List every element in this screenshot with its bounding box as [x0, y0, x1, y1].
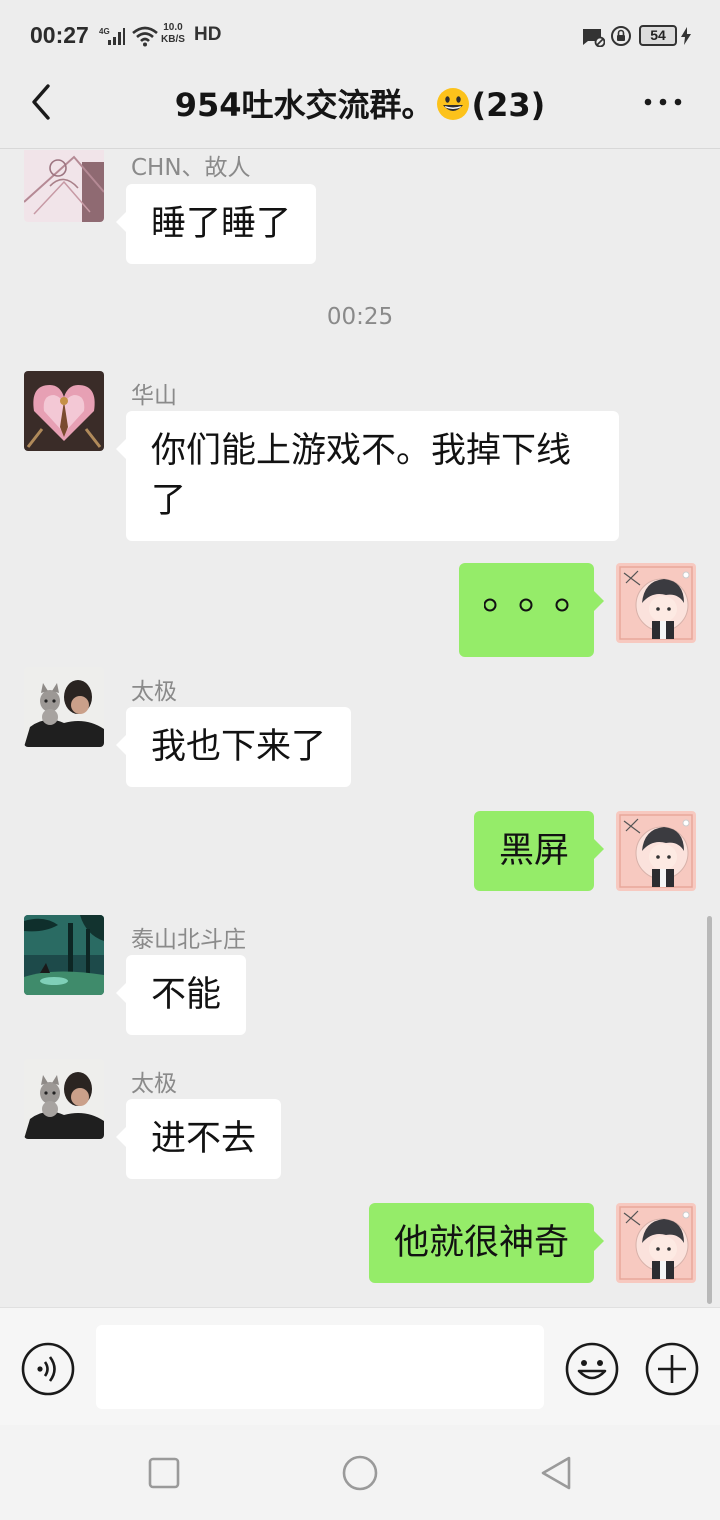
ellipsis-dots [483, 598, 569, 612]
chat-header: 954吐水交流群。 (23) [0, 72, 720, 149]
group-name: 954吐水交流群。 [174, 86, 434, 124]
message-list[interactable]: CHN、故人 睡了睡了 00:25 华山 你们能上游戏不。我掉下线 了 太极 我… [0, 150, 720, 1307]
sender-name: CHN、故人 [131, 155, 251, 181]
anime-boy-avatar-image [616, 1203, 696, 1283]
voice-input-button[interactable] [20, 1341, 76, 1401]
avatar[interactable] [24, 915, 104, 995]
boy-with-cat-avatar-image [24, 1059, 104, 1139]
message-bubble[interactable]: 不能 [115, 955, 247, 1035]
boy-with-cat-avatar-image [24, 667, 104, 747]
status-time: 00:27 [30, 22, 89, 48]
self-avatar[interactable] [616, 563, 696, 643]
recents-button[interactable] [147, 1456, 181, 1494]
self-avatar[interactable] [616, 811, 696, 891]
hd-voice-label: HD [194, 24, 222, 45]
chat-title: 954吐水交流群。 (23) [80, 80, 640, 126]
home-button[interactable] [341, 1454, 379, 1496]
message-bubble[interactable]: 我也下来了 [115, 707, 352, 787]
message-text-line: 了 [151, 481, 187, 521]
more-options-button[interactable] [640, 86, 686, 118]
plus-icon [645, 1342, 699, 1396]
message-bubble[interactable]: 进不去 [115, 1099, 282, 1179]
avatar[interactable] [24, 150, 104, 222]
message-bubble-self[interactable]: 黑屏 [473, 811, 605, 891]
message-notification-icon [581, 27, 606, 51]
battery-indicator: 54 [639, 25, 677, 46]
network-speed: 10.0 KB/S [161, 22, 185, 46]
anime-boy-avatar-image [616, 563, 696, 643]
network-type-label: 4G [99, 27, 110, 36]
more-dots-icon [644, 98, 682, 106]
back-button[interactable] [22, 82, 62, 122]
avatar[interactable] [24, 667, 104, 747]
message-input-bar [0, 1307, 720, 1425]
winged-emblem-avatar-image [24, 371, 104, 451]
self-avatar[interactable] [616, 1203, 696, 1283]
circle-icon [342, 1455, 378, 1491]
chat-scrollbar[interactable] [707, 916, 712, 1304]
cellular-signal-icon: 4G [99, 26, 125, 50]
voice-input-icon [21, 1342, 75, 1396]
network-speed-unit: KB/S [161, 34, 185, 45]
message-text-line: 你们能上游戏不。我掉下线 [151, 431, 572, 471]
sender-name: 太极 [131, 679, 177, 705]
more-functions-button[interactable] [644, 1341, 700, 1401]
grinning-face-icon [436, 88, 469, 120]
sender-name: 华山 [131, 383, 177, 409]
triangle-back-icon [541, 1456, 571, 1490]
doodle-avatar-image [24, 150, 104, 222]
message-text-input[interactable] [96, 1325, 544, 1409]
sender-name: 泰山北斗庄 [131, 927, 246, 953]
jungle-scene-avatar-image [24, 915, 104, 995]
system-navigation-bar [0, 1425, 720, 1520]
rotation-lock-icon [610, 25, 632, 51]
charging-bolt-icon [681, 27, 691, 49]
message-bubble[interactable]: 你们能上游戏不。我掉下线 了 [116, 411, 619, 541]
wifi-icon [131, 25, 159, 51]
smiley-icon [565, 1342, 619, 1396]
avatar[interactable] [24, 1059, 104, 1139]
message-timestamp: 00:25 [326, 304, 394, 330]
message-bubble[interactable]: 睡了睡了 [115, 184, 317, 264]
network-speed-value: 10.0 [163, 22, 183, 33]
member-count: (23) [471, 86, 546, 124]
square-icon [148, 1457, 180, 1489]
status-bar: 00:27 4G 10.0 KB/S HD 54 [0, 0, 720, 72]
chevron-left-icon [32, 84, 50, 120]
message-bubble-self[interactable]: 他就很神奇 [368, 1203, 605, 1283]
sender-name: 太极 [131, 1071, 177, 1097]
nav-back-button[interactable] [538, 1454, 574, 1496]
anime-boy-avatar-image [616, 811, 696, 891]
emoji-button[interactable] [564, 1341, 620, 1401]
message-bubble-self[interactable] [459, 563, 604, 657]
avatar[interactable] [24, 371, 104, 451]
